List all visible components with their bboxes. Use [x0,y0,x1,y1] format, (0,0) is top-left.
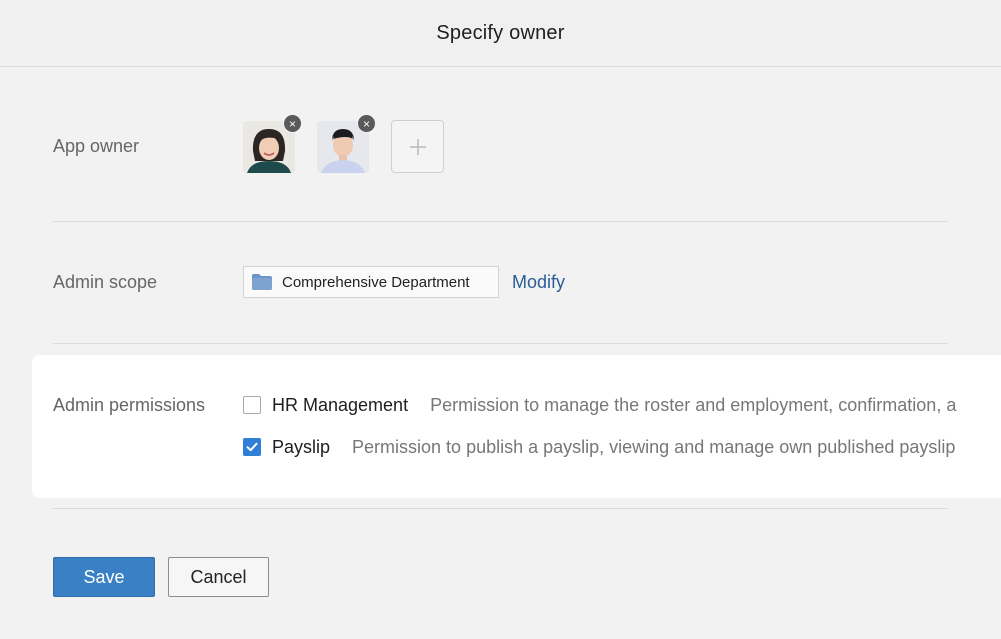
hr-management-checkbox[interactable] [243,396,261,414]
permission-description: Permission to publish a payslip, viewing… [352,436,956,457]
cancel-button[interactable]: Cancel [168,557,269,597]
permission-name: HR Management [272,394,409,415]
save-button[interactable]: Save [53,557,155,597]
checkmark-icon [246,442,258,452]
permission-row-payslip: Payslip Permission to publish a payslip,… [243,436,955,458]
permissions-card [32,355,1001,498]
remove-owner-1-button[interactable]: × [283,114,302,133]
owner-avatar-2: × [317,114,376,173]
permission-name: Payslip [272,436,331,457]
modify-scope-link[interactable]: Modify [512,272,565,293]
permission-description: Permission to manage the roster and empl… [430,394,957,415]
section-divider [53,221,948,222]
permission-row-hr: HR Management Permission to manage the r… [243,394,956,416]
admin-permissions-label: Admin permissions [53,395,206,415]
app-owner-label: App owner [53,136,140,156]
scope-chip: Comprehensive Department [243,266,499,298]
remove-owner-2-button[interactable]: × [357,114,376,133]
section-divider [53,343,948,344]
folder-icon [252,274,272,290]
payslip-checkbox[interactable] [243,438,261,456]
plus-icon [409,138,426,155]
add-owner-button[interactable] [391,120,444,173]
scope-chip-text: Comprehensive Department [282,273,470,291]
dialog-header: Specify owner [0,0,1001,67]
owner-avatar-1: × [243,114,302,173]
section-divider [53,508,948,509]
admin-scope-label: Admin scope [53,272,158,292]
page-title: Specify owner [436,21,565,44]
